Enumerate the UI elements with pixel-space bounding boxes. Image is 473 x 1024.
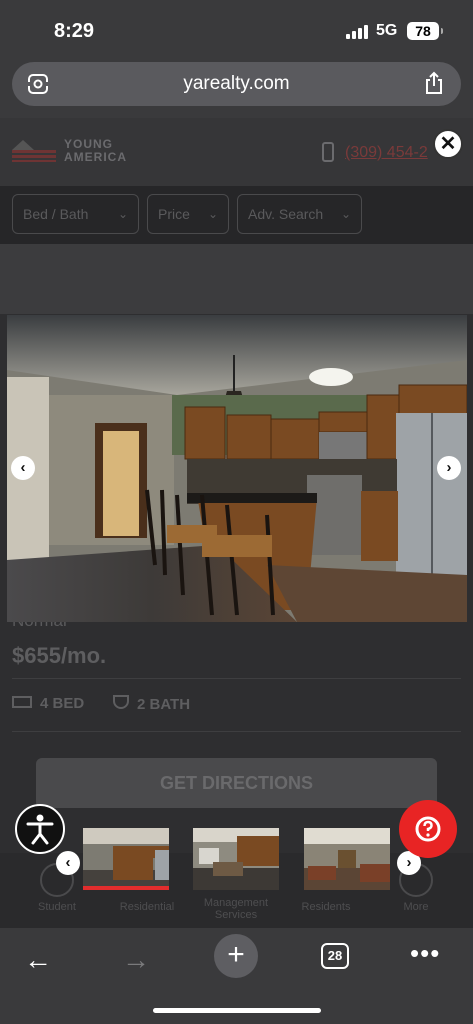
forward-arrow-icon[interactable]: → — [122, 944, 150, 976]
divider — [12, 731, 461, 732]
plus-icon[interactable]: + — [214, 934, 258, 978]
address-bar[interactable]: yarealty.com — [12, 62, 461, 106]
thumbnail-kitchen[interactable] — [83, 828, 169, 890]
share-icon[interactable] — [423, 71, 445, 95]
listing-price: $655/mo. — [12, 643, 107, 668]
filter-adv-search[interactable]: Adv. Search ⌄ — [237, 194, 362, 234]
thumbnail-image — [83, 828, 169, 890]
network-type: 5G — [376, 22, 398, 39]
get-directions-button[interactable]: GET DIRECTIONS — [36, 758, 437, 808]
more-icon[interactable]: ••• — [410, 938, 440, 969]
bed-icon — [12, 696, 32, 708]
nav-more[interactable]: More — [376, 901, 456, 913]
baths-info: 2 BATH — [113, 695, 190, 713]
chevron-right-icon[interactable]: › — [437, 456, 461, 480]
battery-icon: 78 — [407, 22, 443, 40]
url-text[interactable]: yarealty.com — [12, 73, 461, 95]
back-arrow-icon[interactable]: ← — [24, 944, 52, 976]
beds-info: 4 BED — [12, 695, 84, 712]
nav-student[interactable]: Student — [17, 901, 97, 913]
nav-management-services[interactable]: Management Services — [196, 897, 276, 921]
status-bar: 8:29 5G 78 — [0, 0, 473, 58]
filter-bed-bath[interactable]: Bed / Bath ⌄ — [12, 194, 139, 234]
close-icon[interactable]: ✕ — [433, 129, 463, 159]
bath-icon — [113, 695, 129, 709]
logo-text: YOUNG AMERICA — [64, 137, 127, 164]
chevron-left-icon[interactable]: ‹ — [11, 456, 35, 480]
thumbnail-image — [304, 828, 390, 890]
accessibility-button[interactable] — [15, 804, 65, 854]
thumbnail-prev-chevron-icon[interactable]: ‹ — [56, 851, 80, 875]
accessibility-icon — [26, 814, 54, 845]
browser-toolbar: ← → + 28 ••• — [0, 928, 473, 1024]
filter-price[interactable]: Price ⌄ — [147, 194, 229, 234]
filter-bar: Bed / Bath ⌄ Price ⌄ Adv. Search ⌄ — [0, 186, 473, 244]
chevron-down-icon: ⌄ — [207, 207, 218, 221]
chevron-down-icon: ⌄ — [340, 207, 351, 221]
divider — [12, 678, 461, 679]
gallery-main-photo — [7, 315, 467, 622]
help-icon — [415, 816, 441, 842]
phone-icon — [322, 142, 334, 162]
thumbnail-living-room[interactable] — [304, 828, 390, 890]
status-time: 8:29 — [54, 20, 95, 42]
listing-image-bg — [0, 244, 473, 314]
logo-flag-icon — [12, 140, 56, 162]
tabs-icon[interactable]: 28 — [321, 943, 349, 969]
chevron-down-icon: ⌄ — [117, 207, 128, 221]
kitchen-photo — [7, 315, 467, 622]
site-header: YOUNG AMERICA (309) 454-2 — [0, 118, 473, 186]
help-button[interactable] — [399, 800, 457, 858]
nav-residents[interactable]: Residents — [286, 901, 366, 913]
home-indicator — [153, 1008, 321, 1013]
phone-link[interactable]: (309) 454-2 — [345, 144, 428, 162]
thumbnail-dining-living[interactable] — [193, 828, 279, 890]
nav-residential[interactable]: Residential — [107, 901, 187, 913]
thumbnail-image — [193, 828, 279, 890]
